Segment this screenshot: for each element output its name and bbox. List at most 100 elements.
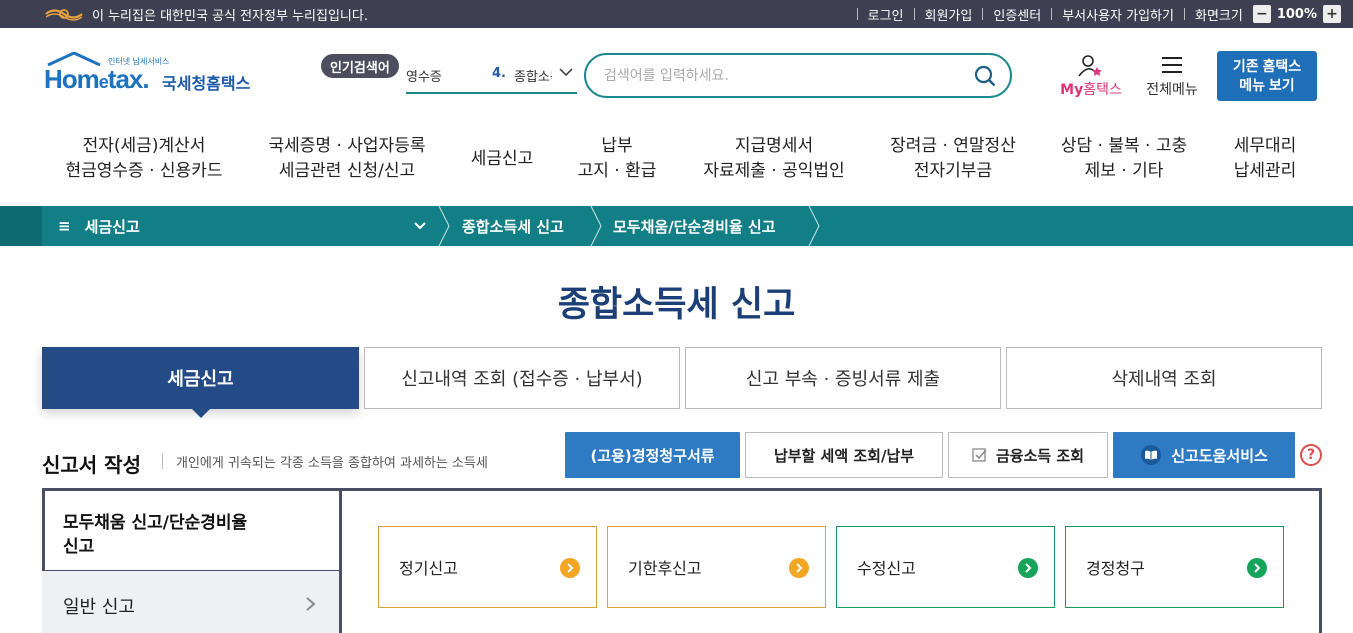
all-menu-button[interactable]: 전체메뉴 (1140, 54, 1204, 98)
zoom-in-button[interactable]: + (1323, 5, 1341, 23)
chevron-down-icon[interactable] (412, 218, 428, 234)
global-navigation: 전자(세금)계산서 현금영수증 · 신용카드 국세증명 · 사업자등록 세금관련 신… (0, 134, 1353, 186)
section-description: 개인에게 귀속되는 각종 소득을 종합하여 과세하는 소득세 (176, 456, 488, 471)
popular-keywords-badge: 인기검색어 (321, 54, 399, 78)
tab-label: 세금신고 (167, 369, 234, 390)
gnb-tax-agent[interactable]: 세무대리 납세관리 (1230, 134, 1300, 184)
breadcrumb-root-label: 세금신고 (84, 217, 140, 236)
search-icon[interactable] (974, 65, 996, 87)
breadcrumb-separator-icon (438, 206, 450, 246)
divider (1051, 8, 1053, 20)
utility-links: 로그인 회원가입 인증센터 부서사용자 가입하기 화면크기 − 100% + (847, 0, 1341, 28)
arrow-right-icon (560, 558, 580, 578)
section-title: 신고서 작성 (42, 453, 141, 477)
gov-notice: 이 누리집은 대한민국 공식 전자정부 누리집입니다. (44, 0, 368, 28)
filing-card-label: 수정신고 (857, 559, 916, 578)
tab-supporting-documents[interactable]: 신고 부속 · 증빙서류 제출 (685, 347, 1001, 409)
breadcrumb-root[interactable]: ≡ 세금신고 (42, 206, 438, 246)
divider (856, 8, 858, 20)
divider (982, 8, 984, 20)
tax-payable-inquiry-button[interactable]: 납부할 세액 조회/납부 (745, 432, 943, 478)
tab-label: 신고내역 조회 (접수증 · 납부서) (401, 369, 643, 390)
screen-size-label: 화면크기 (1194, 8, 1243, 24)
arrow-right-icon (789, 558, 809, 578)
gov-notice-text: 이 누리집은 대한민국 공식 전자정부 누리집입니다. (92, 8, 368, 24)
side-menu-simple-filing[interactable]: 모두채움 신고/단순경비율 신고 (45, 491, 342, 573)
gnb-payment-statement[interactable]: 지급명세서 자료제출 · 공익법인 (700, 134, 848, 184)
breadcrumb-accent (0, 206, 42, 246)
signup-link[interactable]: 회원가입 (925, 5, 973, 24)
menu-lines-icon: ≡ (58, 217, 71, 235)
amended-filing-card[interactable]: 수정신고 (836, 526, 1055, 608)
tab-filing-history[interactable]: 신고내역 조회 (접수증 · 납부서) (364, 347, 680, 409)
side-menu-label: 일반 신고 (63, 597, 135, 618)
popular-keywords-dropdown[interactable]: 영수증 4. 종합소득세 (406, 62, 577, 94)
gnb-e-invoice[interactable]: 전자(세금)계산서 현금영수증 · 신용카드 (64, 134, 224, 184)
breadcrumb-item-income-tax[interactable]: 종합소득세 신고 (462, 206, 564, 246)
tab-tax-filing[interactable]: 세금신고 (42, 347, 359, 418)
side-menu-general-filing[interactable]: 일반 신고 (42, 571, 342, 633)
filing-card-label: 기한후신고 (628, 559, 702, 578)
side-menu-label: 모두채움 신고/단순경비율 (63, 513, 248, 533)
filing-side-menu: 모두채움 신고/단순경비율 신고 일반 신고 (42, 488, 342, 633)
correction-claim-card[interactable]: 경정청구 (1065, 526, 1284, 608)
filing-card-label: 정기신고 (399, 559, 458, 578)
late-filing-card[interactable]: 기한후신고 (607, 526, 826, 608)
search-input[interactable] (604, 64, 964, 88)
financial-income-inquiry-label: 금융소득 조회 (995, 446, 1085, 465)
logo-korean-name: 국세청홈택스 (162, 74, 251, 93)
popular-keyword-prev: 영수증 (406, 70, 442, 85)
my-hometax-label: My홈택스 (1060, 82, 1122, 98)
chevron-down-icon[interactable] (558, 64, 574, 80)
gnb-tax-filing[interactable]: 세금신고 (468, 147, 536, 172)
popular-keyword-rank: 4. (492, 66, 506, 81)
regular-filing-card[interactable]: 정기신고 (378, 526, 597, 608)
old-hometax-line1: 기존 홈택스 (1232, 58, 1302, 74)
zoom-level: 100% (1276, 6, 1317, 22)
help-icon[interactable]: ? (1300, 444, 1322, 466)
filing-help-service-label: 신고도움서비스 (1171, 446, 1268, 465)
zoom-out-button[interactable]: − (1252, 5, 1271, 23)
gnb-consult[interactable]: 상담 · 불복 · 고충 제보 · 기타 (1058, 134, 1190, 184)
divider (162, 453, 163, 469)
arrow-right-icon (1247, 558, 1267, 578)
tab-label: 신고 부속 · 증빙서류 제출 (745, 369, 941, 390)
hometax-logo[interactable]: Hometax. 인터넷 납세서비스 국세청홈택스 (44, 52, 259, 102)
logo-tagline: 인터넷 납세서비스 (108, 57, 170, 66)
side-menu-label: 신고 (63, 537, 95, 557)
divider (1183, 8, 1185, 20)
breadcrumb-separator-icon (808, 206, 820, 246)
popular-keyword-current[interactable]: 종합소득세 (514, 66, 552, 85)
old-hometax-menu-button[interactable]: 기존 홈택스 메뉴 보기 (1217, 51, 1317, 101)
gnb-payment[interactable]: 납부 고지 · 환급 (575, 134, 659, 184)
search-box (584, 53, 1012, 98)
active-tab-arrow (191, 408, 211, 418)
dept-user-signup-link[interactable]: 부서사용자 가입하기 (1062, 5, 1174, 24)
arrow-right-icon (1018, 558, 1038, 578)
login-link[interactable]: 로그인 (868, 5, 904, 24)
filing-help-service-button[interactable]: 신고도움서비스 (1113, 432, 1295, 478)
employment-correction-docs-button[interactable]: (고용)경정청구서류 (565, 432, 740, 478)
page-title: 종합소득세 신고 (557, 285, 796, 325)
book-icon (1141, 445, 1162, 465)
gov-emblem-icon (44, 7, 84, 21)
divider (913, 8, 915, 20)
all-menu-label: 전체메뉴 (1146, 82, 1198, 98)
checkbox-icon (972, 448, 987, 462)
tab-deleted-history[interactable]: 삭제내역 조회 (1006, 347, 1322, 409)
filing-card-label: 경정청구 (1086, 559, 1145, 578)
hamburger-icon (1162, 57, 1182, 73)
tab-label: 삭제내역 조회 (1111, 369, 1217, 390)
breadcrumb-separator-icon (590, 206, 602, 246)
old-hometax-line2: 메뉴 보기 (1239, 77, 1295, 93)
gnb-certificate[interactable]: 국세증명 · 사업자등록 세금관련 신청/신고 (265, 134, 429, 184)
cert-center-link[interactable]: 인증센터 (993, 5, 1041, 24)
chevron-right-icon (306, 597, 316, 611)
gov-banner: 이 누리집은 대한민국 공식 전자정부 누리집입니다. 로그인 회원가입 인증센… (0, 0, 1353, 28)
breadcrumb: ≡ 세금신고 종합소득세 신고 모두채움/단순경비율 신고 (0, 206, 1353, 246)
my-hometax-button[interactable]: My홈택스 (1055, 54, 1127, 98)
financial-income-inquiry-button[interactable]: 금융소득 조회 (948, 432, 1108, 478)
gnb-incentive[interactable]: 장려금 · 연말정산 전자기부금 (888, 134, 1018, 184)
logo-wordmark: Hometax. (44, 64, 150, 94)
breadcrumb-item-simple-filing[interactable]: 모두채움/단순경비율 신고 (613, 206, 776, 246)
